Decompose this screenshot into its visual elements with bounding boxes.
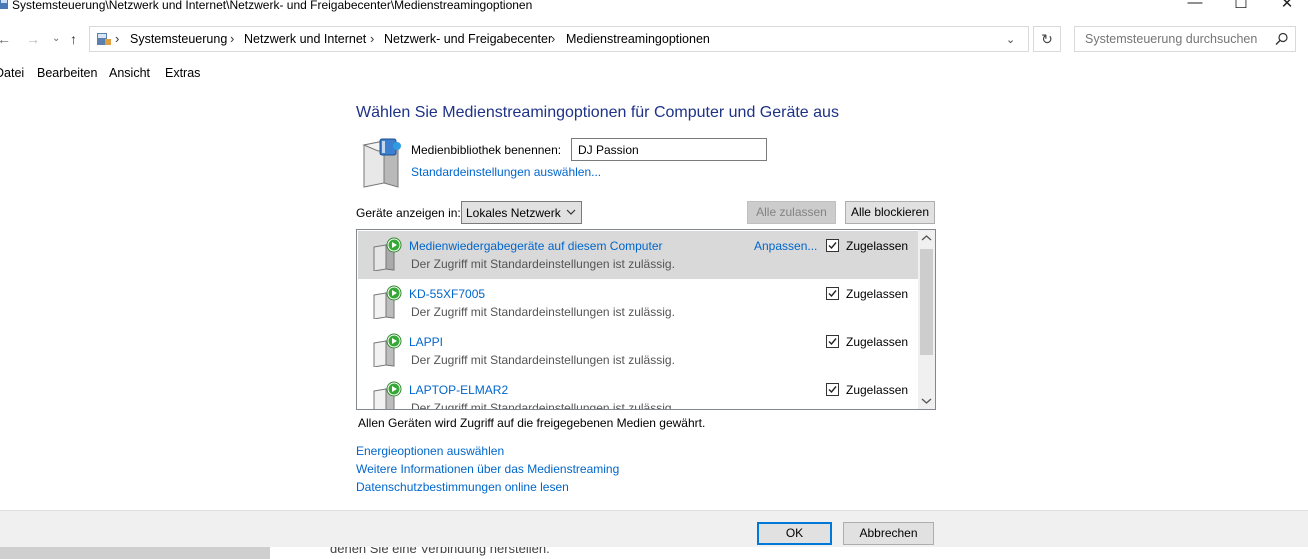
device-row[interactable]: Medienwiedergabegeräte auf diesem Comput… [358,231,918,279]
maximize-button[interactable]: ☐ [1218,0,1264,14]
allow-checkbox-label[interactable]: Zugelassen [846,287,908,301]
scrollbar-thumb[interactable] [920,249,933,355]
media-library-icon [362,138,401,188]
control-panel-icon [97,33,111,45]
address-row: ← → ⌄ ↑ › Systemsteuerung › Netzwerk und… [0,24,1308,56]
menu-bar: Datei Bearbeiten Ansicht Extras [0,62,1308,82]
network-select-value: Lokales Netzwerk [466,206,561,220]
block-all-button[interactable]: Alle blockieren [845,201,935,224]
ok-button[interactable]: OK [757,522,832,545]
breadcrumb-freigabecenter[interactable]: Netzwerk- und Freigabecenter [384,32,552,46]
scroll-down-icon[interactable] [918,392,935,409]
address-history-dropdown[interactable]: ⌄ [1006,33,1015,46]
allow-checkbox-label[interactable]: Zugelassen [846,383,908,397]
show-devices-label: Geräte anzeigen in: [356,206,461,220]
close-button[interactable]: ✕ [1264,0,1308,14]
refresh-button[interactable]: ↻ [1033,26,1061,52]
device-description: Der Zugriff mit Standardeinstellungen is… [411,353,675,367]
media-device-icon [373,285,402,319]
page-title: Wählen Sie Medienstreamingoptionen für C… [356,104,839,121]
privacy-statement-link[interactable]: Datenschutzbestimmungen online lesen [356,480,569,494]
recent-locations-button[interactable]: ⌄ [52,33,60,44]
breadcrumb-separator: › [115,31,120,46]
forward-button[interactable]: → [26,31,40,47]
customize-link[interactable]: Anpassen... [754,239,817,253]
default-settings-link[interactable]: Standardeinstellungen auswählen... [411,165,601,179]
media-device-icon [373,381,402,409]
breadcrumb-separator: › [230,31,235,46]
minimize-button[interactable]: — [1172,0,1218,14]
chevron-down-icon [566,209,576,215]
device-row[interactable]: KD-55XF7005 Der Zugriff mit Standardeins… [358,279,918,327]
device-name[interactable]: LAPPI [409,335,443,349]
allow-all-button[interactable]: Alle zulassen [747,201,836,224]
list-scrollbar[interactable] [918,230,935,409]
device-name[interactable]: LAPTOP-ELMAR2 [409,383,508,397]
library-name-field[interactable] [571,138,767,161]
device-row[interactable]: LAPTOP-ELMAR2 Der Zugriff mit Standardei… [358,375,918,410]
checkmark-icon [828,290,837,298]
search-icon[interactable] [1275,32,1289,46]
cancel-button[interactable]: Abbrechen [843,522,934,545]
background-window-text: denen Sie eine Verbindung herstellen. [330,547,550,556]
device-description: Der Zugriff mit Standardeinstellungen is… [411,401,675,410]
allow-checkbox[interactable] [826,383,839,396]
device-list[interactable]: Medienwiedergabegeräte auf diesem Comput… [356,229,936,410]
allow-checkbox-label[interactable]: Zugelassen [846,335,908,349]
library-name-label: Medienbibliothek benennen: [411,143,562,157]
breadcrumb-netzwerk-und-internet[interactable]: Netzwerk und Internet [244,32,366,46]
power-options-link[interactable]: Energieoptionen auswählen [356,444,504,458]
checkmark-icon [828,242,837,250]
access-summary: Allen Geräten wird Zugriff auf die freig… [358,416,706,430]
allow-checkbox[interactable] [826,335,839,348]
media-streaming-info-link[interactable]: Weitere Informationen über das Medienstr… [356,462,619,476]
media-device-icon [373,237,402,271]
menu-extras[interactable]: Extras [165,66,200,80]
menu-datei[interactable]: Datei [0,66,24,80]
breadcrumb-separator: › [551,31,556,46]
breadcrumb-systemsteuerung[interactable]: Systemsteuerung [130,32,227,46]
checkmark-icon [828,386,837,394]
address-bar[interactable]: › Systemsteuerung › Netzwerk und Interne… [89,26,1029,52]
device-row[interactable]: LAPPI Der Zugriff mit Standardeinstellun… [358,327,918,375]
back-button[interactable]: ← [0,31,11,47]
title-bar: Systemsteuerung\Netzwerk und Internet\Ne… [0,0,1308,16]
checkmark-icon [828,338,837,346]
allow-checkbox[interactable] [826,287,839,300]
allow-checkbox-label[interactable]: Zugelassen [846,239,908,253]
window-title: Systemsteuerung\Netzwerk und Internet\Ne… [12,0,533,12]
menu-bearbeiten[interactable]: Bearbeiten [37,66,97,80]
search-input[interactable] [1083,31,1267,47]
network-select[interactable]: Lokales Netzwerk [461,201,582,224]
device-name[interactable]: Medienwiedergabegeräte auf diesem Comput… [409,239,662,253]
dialog-footer: OK Abbrechen [0,510,1308,548]
menu-ansicht[interactable]: Ansicht [109,66,150,80]
control-panel-icon [0,0,8,9]
background-window: denen Sie eine Verbindung herstellen. [0,547,1308,559]
search-box[interactable] [1074,26,1296,52]
device-name[interactable]: KD-55XF7005 [409,287,485,301]
device-description: Der Zugriff mit Standardeinstellungen is… [411,305,675,319]
device-description: Der Zugriff mit Standardeinstellungen is… [411,257,675,271]
media-device-icon [373,333,402,367]
scroll-up-icon[interactable] [918,230,935,247]
allow-checkbox[interactable] [826,239,839,252]
up-button[interactable]: ↑ [70,31,77,47]
breadcrumb-medienstreamingoptionen[interactable]: Medienstreamingoptionen [566,32,710,46]
breadcrumb-separator: › [370,31,375,46]
background-window-sidebar [0,547,270,559]
